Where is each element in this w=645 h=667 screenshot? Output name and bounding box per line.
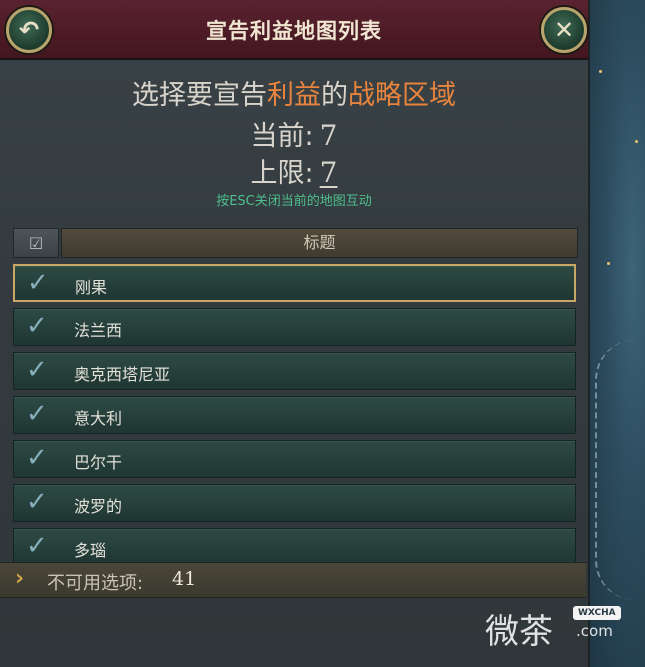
checkmark-icon[interactable]: ✓ — [26, 531, 48, 561]
list-item-label: 意大利 — [74, 409, 123, 428]
map-marker — [607, 262, 610, 265]
map-marker — [635, 140, 638, 143]
esc-hint: 按ESC关闭当前的地图互动 — [216, 194, 372, 209]
list-item-label: 多瑙 — [74, 541, 107, 560]
list-item-label: 巴尔干 — [74, 453, 123, 472]
checkmark-icon[interactable]: ✓ — [26, 443, 48, 473]
list-item-label: 波罗的 — [74, 497, 123, 516]
list-item[interactable]: ✓ 奥克西塔尼亚 — [13, 352, 576, 390]
list-item[interactable]: ✓ 意大利 — [13, 396, 576, 434]
column-title-sort[interactable]: 标题 — [61, 228, 578, 258]
checkmark-icon[interactable]: ✓ — [27, 268, 49, 298]
window-title: 宣告利益地图列表 — [206, 19, 382, 43]
declare-interest-panel: ↶ 宣告利益地图列表 ✕ 选择要宣告利益的战略区域 当前: 7 上限: 7 按ESC… — [0, 0, 590, 667]
region-list: ✓ 刚果 ✓ 法兰西 ✓ 奥克西塔尼亚 ✓ 意大利 ✓ 巴尔干 ✓ 波罗的 ✓ 多瑙 — [13, 264, 576, 572]
list-item-label: 刚果 — [75, 278, 108, 297]
title-bar: ↶ 宣告利益地图列表 ✕ — [0, 0, 588, 60]
checkmark-icon[interactable]: ✓ — [26, 487, 48, 517]
list-item[interactable]: ✓ 法兰西 — [13, 308, 576, 346]
checkmark-icon[interactable]: ✓ — [26, 399, 48, 429]
current-count: 当前: 7 — [250, 119, 338, 152]
list-item[interactable]: ✓ 波罗的 — [13, 484, 576, 522]
list-item-label: 奥克西塔尼亚 — [74, 365, 171, 384]
list-item[interactable]: ✓ 巴尔干 — [13, 440, 576, 478]
checkbox-icon: ☑ — [28, 233, 44, 253]
checkmark-icon[interactable]: ✓ — [26, 311, 48, 341]
column-header: ☑ 标题 — [13, 228, 578, 258]
map-background — [585, 0, 645, 667]
limit-count: 上限: 7 — [250, 156, 338, 189]
watermark: 微茶 WXCHA .com — [485, 600, 635, 652]
select-all-checkbox[interactable]: ☑ — [13, 228, 59, 258]
list-item[interactable]: ✓ 多瑙 — [13, 528, 576, 566]
map-marker — [599, 70, 602, 73]
map-border-line — [595, 340, 637, 600]
list-item[interactable]: ✓ 刚果 — [13, 264, 576, 302]
selection-prompt: 选择要宣告利益的战略区域 — [132, 80, 456, 111]
unavailable-options-toggle[interactable]: › 不可用选项: 41 — [0, 562, 586, 598]
list-item-label: 法兰西 — [74, 321, 123, 340]
close-icon: ✕ — [553, 16, 575, 44]
chevron-right-icon: › — [15, 566, 25, 591]
checkmark-icon[interactable]: ✓ — [26, 355, 48, 385]
close-button[interactable]: ✕ — [541, 7, 587, 53]
